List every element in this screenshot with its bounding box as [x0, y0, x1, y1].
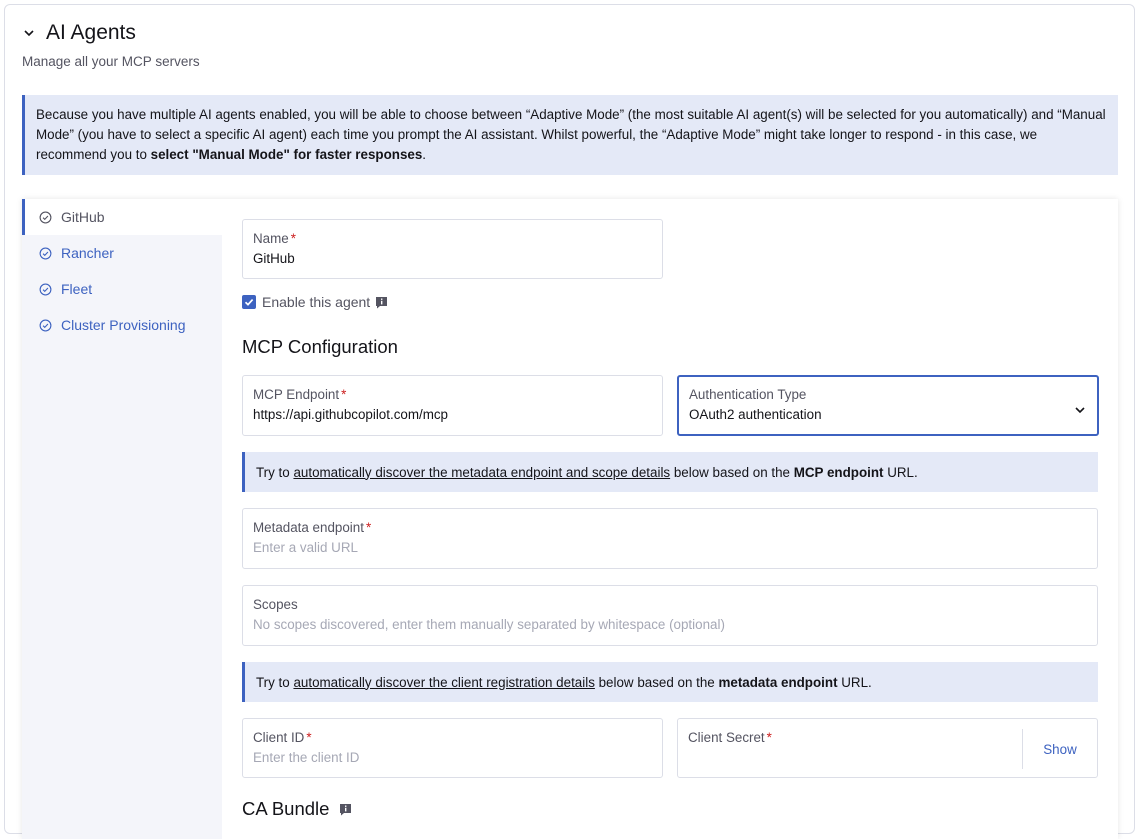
info-icon[interactable] — [375, 296, 388, 309]
discover-client-banner: Try to automatically discover the client… — [242, 662, 1098, 702]
adaptive-mode-info-banner: Because you have multiple AI agents enab… — [22, 95, 1118, 175]
info-icon[interactable] — [339, 803, 352, 816]
sidebar-item-label: Fleet — [61, 281, 93, 297]
sidebar-item-cluster-provisioning[interactable]: Cluster Provisioning — [22, 307, 222, 343]
name-value: GitHub — [253, 251, 295, 266]
enable-agent-row: Enable this agent — [242, 294, 388, 310]
required-mark: * — [341, 387, 347, 402]
banner-suffix: URL. — [837, 674, 872, 690]
check-circle-icon — [39, 211, 52, 223]
name-field[interactable]: Name * GitHub — [242, 219, 663, 279]
metadata-endpoint-field[interactable]: Metadata endpoint * Enter a valid URL — [242, 508, 1098, 569]
banner-suffix: URL. — [883, 464, 918, 480]
scopes-placeholder: No scopes discovered, enter them manuall… — [253, 617, 725, 632]
authentication-type-label: Authentication Type — [689, 387, 807, 402]
sidebar-item-github[interactable]: GitHub — [22, 199, 222, 235]
chevron-down-icon[interactable] — [1074, 404, 1086, 416]
sidebar-item-fleet[interactable]: Fleet — [22, 271, 222, 307]
discover-client-link[interactable]: automatically discover the client regist… — [293, 675, 594, 690]
check-circle-icon — [39, 247, 52, 259]
mcp-endpoint-field[interactable]: MCP Endpoint * https://api.githubcopilot.… — [242, 375, 663, 436]
ca-bundle-title: CA Bundle — [242, 798, 330, 819]
scopes-field[interactable]: Scopes No scopes discovered, enter them … — [242, 585, 1098, 646]
check-circle-icon — [39, 283, 52, 295]
banner-prefix: Try to — [256, 674, 294, 690]
discover-metadata-link[interactable]: automatically discover the metadata endp… — [293, 465, 670, 480]
ca-bundle-heading: CA Bundle — [242, 798, 352, 820]
mcp-endpoint-value: https://api.githubcopilot.com/mcp — [253, 407, 449, 422]
name-label-text: Name — [253, 231, 289, 246]
client-id-field[interactable]: Client ID * Enter the client ID — [242, 718, 663, 778]
banner-prefix: Try to — [256, 464, 294, 480]
show-secret-button[interactable]: Show — [1022, 729, 1097, 769]
mcp-endpoint-label-text: MCP Endpoint — [253, 387, 340, 402]
banner-middle: below based on the — [594, 674, 719, 690]
sidebar-item-label: Cluster Provisioning — [61, 317, 186, 333]
metadata-endpoint-label-text: Metadata endpoint — [253, 520, 364, 535]
authentication-type-value: OAuth2 authentication — [689, 407, 822, 422]
required-mark: * — [365, 520, 372, 535]
banner-text-end: . — [422, 147, 427, 162]
enable-agent-label: Enable this agent — [262, 294, 371, 310]
authentication-type-select[interactable]: Authentication Type OAuth2 authenticatio… — [677, 375, 1099, 436]
scopes-label: Scopes — [253, 597, 298, 612]
name-label: Name * — [253, 230, 652, 248]
sidebar-item-label: GitHub — [61, 209, 105, 225]
discover-metadata-banner: Try to automatically discover the metada… — [242, 452, 1098, 492]
check-circle-icon — [39, 319, 52, 331]
page-title: AI Agents — [46, 21, 136, 44]
client-id-label: Client ID * — [253, 729, 652, 747]
page-subtitle: Manage all your MCP servers — [22, 54, 200, 69]
required-mark: * — [766, 730, 772, 745]
mcp-configuration-heading: MCP Configuration — [242, 336, 398, 357]
banner-bold-text: select "Manual Mode" for faster response… — [150, 147, 423, 162]
required-mark: * — [306, 730, 312, 745]
mcp-endpoint-label: MCP Endpoint * — [253, 386, 652, 404]
checkmark-icon — [244, 299, 254, 306]
metadata-endpoint-placeholder: Enter a valid URL — [253, 540, 358, 555]
required-mark: * — [290, 231, 296, 246]
banner-bold: MCP endpoint — [793, 464, 884, 480]
agent-sidebar: GitHub Rancher Fleet Cluster Provisionin… — [22, 199, 222, 839]
sidebar-item-label: Rancher — [61, 245, 114, 261]
chevron-down-icon[interactable] — [22, 26, 36, 40]
section-header[interactable]: AI Agents — [22, 20, 136, 46]
banner-bold: metadata endpoint — [718, 674, 838, 690]
metadata-endpoint-label: Metadata endpoint * — [253, 519, 1087, 537]
client-secret-label-text: Client Secret — [688, 730, 765, 745]
sidebar-item-rancher[interactable]: Rancher — [22, 235, 222, 271]
client-secret-field[interactable]: Client Secret * Show — [677, 718, 1098, 778]
client-id-label-text: Client ID — [253, 730, 305, 745]
enable-agent-checkbox[interactable] — [242, 295, 256, 309]
client-id-placeholder: Enter the client ID — [253, 750, 360, 765]
banner-middle: below based on the — [670, 464, 794, 480]
